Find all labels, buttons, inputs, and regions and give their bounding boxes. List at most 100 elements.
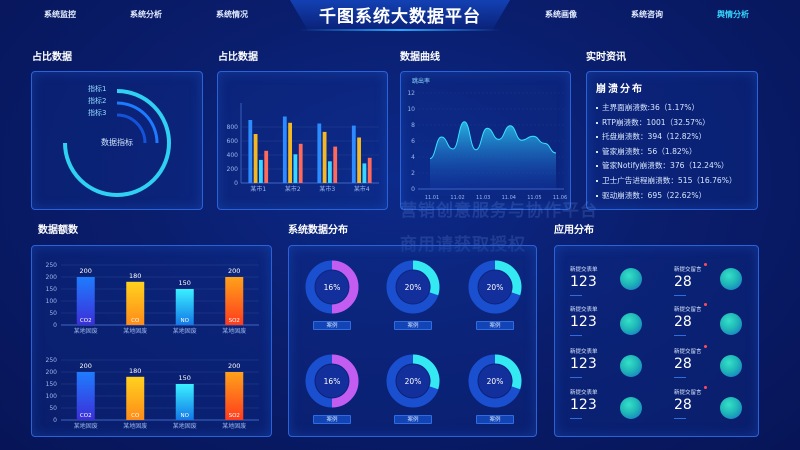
y-tick-label: 600 bbox=[227, 138, 239, 145]
bar-value-label: 200 bbox=[80, 267, 92, 275]
y-axis-label: 跳出率 bbox=[412, 77, 430, 85]
nav-item-sentiment-analysis[interactable]: 舆情分析 bbox=[717, 9, 749, 20]
notification-dot-icon bbox=[704, 386, 707, 389]
case-button[interactable]: 案例 bbox=[476, 321, 514, 330]
status-orb-icon bbox=[720, 355, 742, 377]
app-stat-cell: 新提交表单 123 bbox=[570, 265, 656, 305]
bar-inner-label: NO bbox=[181, 318, 190, 324]
app-stat-value: 28 bbox=[674, 314, 692, 330]
bar-inner-label: CO bbox=[131, 413, 140, 419]
bar bbox=[264, 150, 269, 183]
app-stat-label: 新提交表单 bbox=[570, 307, 598, 313]
x-tick-label: 某地固废 bbox=[123, 422, 147, 430]
y-tick-label: 2 bbox=[411, 170, 415, 177]
list-item-text: 主界面崩溃数:36（1.17%） bbox=[602, 103, 700, 112]
list-item: 卫士广告进程崩溃数：515（16.76%） bbox=[596, 174, 756, 189]
app-stat-cell: 新提交留言 28 bbox=[674, 305, 760, 345]
donut-value-label: 20% bbox=[487, 283, 504, 292]
case-button[interactable]: 案例 bbox=[394, 321, 432, 330]
app-stat-label: 新提交表单 bbox=[570, 349, 598, 355]
x-tick-label: 某市4 bbox=[354, 185, 370, 193]
section-title-news: 实时资讯 bbox=[586, 52, 626, 63]
x-tick-label: 某地固废 bbox=[222, 422, 246, 430]
donut-value-label: 20% bbox=[487, 377, 504, 386]
app-stat-label: 新提交留言 bbox=[674, 307, 702, 313]
y-tick-label: 150 bbox=[46, 381, 58, 388]
donut-value-label: 16% bbox=[324, 283, 341, 292]
x-tick-label: 某地固废 bbox=[173, 422, 197, 430]
divider bbox=[674, 295, 686, 296]
arc-legend-3: 指标3 bbox=[88, 108, 106, 117]
case-button[interactable]: 案例 bbox=[313, 321, 351, 330]
app-stat-label: 新提交表单 bbox=[570, 267, 598, 273]
y-tick-label: 200 bbox=[46, 274, 58, 281]
y-tick-label: 100 bbox=[46, 298, 58, 305]
bullet-icon bbox=[596, 136, 598, 139]
y-tick-label: 8 bbox=[411, 122, 415, 129]
x-tick-label: 某地固废 bbox=[222, 327, 246, 335]
arc-gauge: 指标1 指标2 指标3 数据指标 bbox=[63, 84, 171, 197]
app-stat-value: 123 bbox=[570, 356, 597, 372]
app-stat-cell: 新提交表单 123 bbox=[570, 347, 656, 387]
y-tick-label: 250 bbox=[46, 262, 58, 269]
news-list: 主界面崩溃数:36（1.17%） RTP崩溃数：1001（32.57%） 托盘崩… bbox=[596, 101, 756, 203]
nav-item-system-status[interactable]: 系统情况 bbox=[216, 9, 248, 20]
x-tick-label: 某市2 bbox=[285, 185, 301, 193]
notification-dot-icon bbox=[704, 303, 707, 306]
x-tick-label: 某地固废 bbox=[123, 327, 147, 335]
bar bbox=[288, 122, 292, 183]
nav-item-system-analysis[interactable]: 系统分析 bbox=[130, 9, 162, 20]
list-item-text: RTP崩溃数：1001（32.57%） bbox=[602, 117, 710, 127]
bullet-icon bbox=[596, 121, 598, 124]
case-button[interactable]: 案例 bbox=[313, 415, 351, 424]
section-title-curve: 数据曲线 bbox=[400, 52, 440, 63]
nav-item-system-consult[interactable]: 系统咨询 bbox=[631, 9, 663, 20]
bar-value-label: 150 bbox=[179, 374, 191, 382]
bar bbox=[317, 123, 322, 183]
y-tick-label: 150 bbox=[46, 286, 58, 293]
app-stat-label: 新提交留言 bbox=[674, 390, 702, 396]
nav-item-system-portrait[interactable]: 系统画像 bbox=[545, 9, 577, 20]
case-button[interactable]: 案例 bbox=[394, 415, 432, 424]
amount-top-chart: 0 50 100 150 200 250 200 CO2 某地固废 180 CO 某地固废 150 NO 某… bbox=[46, 262, 259, 335]
arc-center-label: 数据指标 bbox=[101, 137, 133, 147]
y-tick-label: 200 bbox=[227, 166, 239, 173]
section-title-ratio-2: 占比数据 bbox=[218, 52, 258, 63]
case-button[interactable]: 案例 bbox=[476, 415, 514, 424]
bar-value-label: 200 bbox=[80, 362, 92, 370]
bar bbox=[282, 116, 287, 183]
bar-inner-label: SO2 bbox=[229, 318, 240, 324]
list-item: 托盘崩溃数：394（12.82%） bbox=[596, 130, 756, 145]
list-item-text: 卫士广告进程崩溃数：515（16.76%） bbox=[602, 175, 737, 185]
list-item-text: 管家Notify崩溃数：376（12.24%） bbox=[602, 161, 729, 171]
x-tick-label: 某市3 bbox=[319, 185, 335, 193]
list-item-text: 管家崩溃数：56（1.82%） bbox=[602, 146, 697, 156]
app-stat-value: 28 bbox=[674, 274, 692, 290]
status-orb-icon bbox=[720, 397, 742, 419]
list-item: 管家崩溃数：56（1.82%） bbox=[596, 145, 756, 160]
divider bbox=[674, 377, 686, 378]
ratio-bar-chart: 0 200 400 600 800 某市1 某市2 某市3 某市4 bbox=[227, 103, 379, 193]
arc-legend-2: 指标2 bbox=[88, 96, 106, 105]
divider bbox=[674, 335, 686, 336]
bar bbox=[322, 131, 327, 183]
bar-value-label: 180 bbox=[129, 272, 141, 280]
bar bbox=[293, 154, 298, 183]
bar bbox=[298, 143, 303, 183]
donut-grid: 16% 20% 20% 16% 20% 20% bbox=[305, 260, 522, 408]
y-tick-label: 800 bbox=[227, 124, 239, 131]
nav-item-system-monitor[interactable]: 系统监控 bbox=[44, 9, 76, 20]
y-tick-label: 10 bbox=[407, 106, 415, 113]
app-stat-cell: 新提交留言 28 bbox=[674, 265, 760, 305]
app-stat-label: 新提交留言 bbox=[674, 267, 702, 273]
notification-dot-icon bbox=[704, 263, 707, 266]
y-tick-label: 6 bbox=[411, 138, 415, 145]
arc-legend-1: 指标1 bbox=[88, 84, 106, 93]
y-tick-label: 0 bbox=[53, 417, 57, 424]
donut-value-label: 20% bbox=[405, 283, 422, 292]
donut-value-label: 20% bbox=[405, 377, 422, 386]
divider bbox=[570, 377, 582, 378]
list-item: 驱动崩溃数：695（22.62%） bbox=[596, 189, 756, 204]
x-tick-label: 某市1 bbox=[250, 185, 266, 193]
x-tick-label: 某地固废 bbox=[74, 327, 98, 335]
